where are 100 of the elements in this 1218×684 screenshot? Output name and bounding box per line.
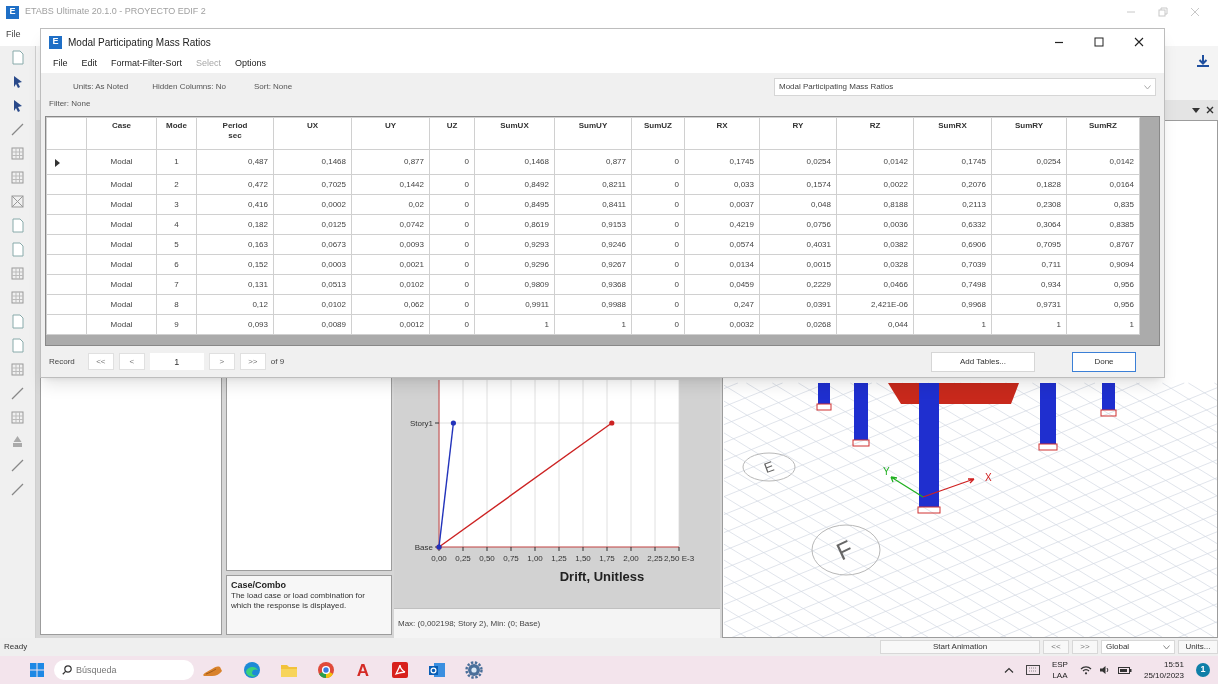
grid-icon[interactable]	[10, 290, 25, 305]
chevron-up-icon[interactable]	[1003, 667, 1014, 673]
row-header-cell[interactable]	[46, 294, 87, 315]
clock-date[interactable]: 25/10/2023	[1143, 670, 1184, 681]
table-cell: 2	[156, 174, 197, 195]
column-header[interactable]: SumRZ	[1066, 117, 1140, 150]
line-icon[interactable]	[10, 482, 25, 497]
stack-icon[interactable]	[10, 434, 25, 449]
coordinate-system-dropdown[interactable]: Global	[1101, 640, 1175, 654]
table-cell: 0,877	[554, 149, 632, 175]
table-cell: 1	[156, 149, 197, 175]
row-header-cell[interactable]	[46, 194, 87, 215]
page-icon[interactable]	[10, 314, 25, 329]
grid-icon[interactable]	[10, 410, 25, 425]
column-header[interactable]: Case	[86, 117, 157, 150]
table-cell: 0,7039	[913, 254, 992, 275]
start-animation-button[interactable]: Start Animation	[880, 640, 1040, 654]
table-cell: 0,9968	[913, 294, 992, 315]
add-tables-button[interactable]: Add Tables...	[931, 351, 1035, 372]
speaker-icon[interactable]	[1098, 665, 1111, 675]
column-header[interactable]: SumUX	[474, 117, 555, 150]
tick-label: 1,25	[551, 554, 567, 563]
structure-model-drawing[interactable]	[723, 382, 1217, 637]
first-record-button[interactable]: <<	[87, 353, 114, 370]
table-cell: 0,2229	[759, 274, 837, 295]
settings-icon[interactable]	[465, 661, 483, 679]
table-cell: 0,152	[196, 254, 274, 275]
close-icon[interactable]	[1206, 106, 1214, 114]
units-button[interactable]: Units...	[1178, 640, 1218, 654]
menu-item[interactable]: Options	[235, 57, 267, 71]
column-header[interactable]: RZ	[836, 117, 914, 150]
grid-icon[interactable]	[10, 146, 25, 161]
line-icon[interactable]	[10, 458, 25, 473]
maximize-icon[interactable]	[1094, 37, 1104, 47]
row-header-cell[interactable]	[46, 234, 87, 255]
menu-item[interactable]: File	[6, 28, 21, 42]
column-header[interactable]: SumRY	[991, 117, 1067, 150]
page-icon[interactable]	[10, 50, 25, 65]
row-header-cell[interactable]	[46, 149, 87, 175]
battery-icon[interactable]	[1117, 665, 1132, 675]
next-button[interactable]: >>	[1072, 640, 1098, 654]
grid-icon[interactable]	[10, 170, 25, 185]
edge-icon[interactable]	[243, 661, 261, 679]
table-cell: 0,1468	[273, 149, 352, 175]
previous-record-button[interactable]: <	[118, 353, 145, 370]
column-header[interactable]: Mode	[156, 117, 197, 150]
table-cell: 0,487	[196, 149, 274, 175]
column-header[interactable]: SumRX	[913, 117, 992, 150]
column-header[interactable]: UY	[351, 117, 430, 150]
menu-item[interactable]: Edit	[81, 57, 98, 71]
wifi-icon[interactable]	[1079, 665, 1092, 675]
column-header[interactable]: SumUZ	[631, 117, 685, 150]
chrome-icon[interactable]	[317, 661, 335, 679]
previous-button[interactable]: <<	[1043, 640, 1069, 654]
language-indicator[interactable]: ESP	[1051, 659, 1068, 670]
cross-icon[interactable]	[10, 194, 25, 209]
record-number-field[interactable]: 1	[149, 353, 204, 370]
dropdown-arrow-icon[interactable]	[1192, 106, 1200, 114]
row-header-cell[interactable]	[46, 314, 87, 335]
windows-logo-icon[interactable]	[30, 663, 44, 677]
page-icon[interactable]	[10, 338, 25, 353]
keyboard-layout-indicator[interactable]: LAA	[1052, 670, 1068, 681]
restore-icon[interactable]	[1158, 7, 1168, 17]
download-icon[interactable]	[1196, 54, 1210, 68]
grid-icon[interactable]	[10, 362, 25, 377]
column-header[interactable]: UX	[273, 117, 352, 150]
last-record-button[interactable]: >>	[239, 353, 266, 370]
document-icon[interactable]	[391, 661, 409, 679]
column-header[interactable]: SumUY	[554, 117, 632, 150]
line-icon[interactable]	[10, 122, 25, 137]
row-header-cell[interactable]	[46, 254, 87, 275]
clock-time[interactable]: 15:51	[1163, 659, 1184, 670]
table-cell: 1	[991, 314, 1067, 335]
menu-item[interactable]: File	[53, 57, 68, 71]
row-header-cell[interactable]	[46, 214, 87, 235]
close-icon[interactable]	[1134, 37, 1144, 47]
next-record-button[interactable]: >	[208, 353, 235, 370]
page-icon[interactable]	[10, 242, 25, 257]
table-cell: 0,1745	[684, 149, 760, 175]
column-header[interactable]: RY	[759, 117, 837, 150]
column-header[interactable]: RX	[684, 117, 760, 150]
app-icon[interactable]: A	[354, 661, 372, 679]
done-button[interactable]: Done	[1072, 351, 1136, 372]
table-select-dropdown[interactable]: Modal Participating Mass Ratios	[774, 78, 1156, 96]
table-cell: 0,0093	[351, 234, 430, 255]
grid-icon[interactable]	[10, 266, 25, 281]
menu-item[interactable]: Format-Filter-Sort	[111, 57, 183, 71]
column-header[interactable]: Period sec	[196, 117, 274, 150]
page-icon[interactable]	[10, 218, 25, 233]
tick-label: 1,00	[527, 554, 543, 563]
keyboard-icon[interactable]	[1025, 665, 1040, 675]
row-header-cell[interactable]	[46, 174, 87, 195]
notification-badge[interactable]: 1	[1196, 663, 1210, 677]
mail-app-icon[interactable]	[428, 661, 446, 679]
table-cell: 0,0003	[273, 254, 352, 275]
column-header[interactable]: UZ	[429, 117, 475, 150]
line-icon[interactable]	[10, 386, 25, 401]
table-cell: 0	[631, 214, 685, 235]
search-field[interactable]: Búsqueda	[54, 660, 194, 680]
row-header-cell[interactable]	[46, 274, 87, 295]
